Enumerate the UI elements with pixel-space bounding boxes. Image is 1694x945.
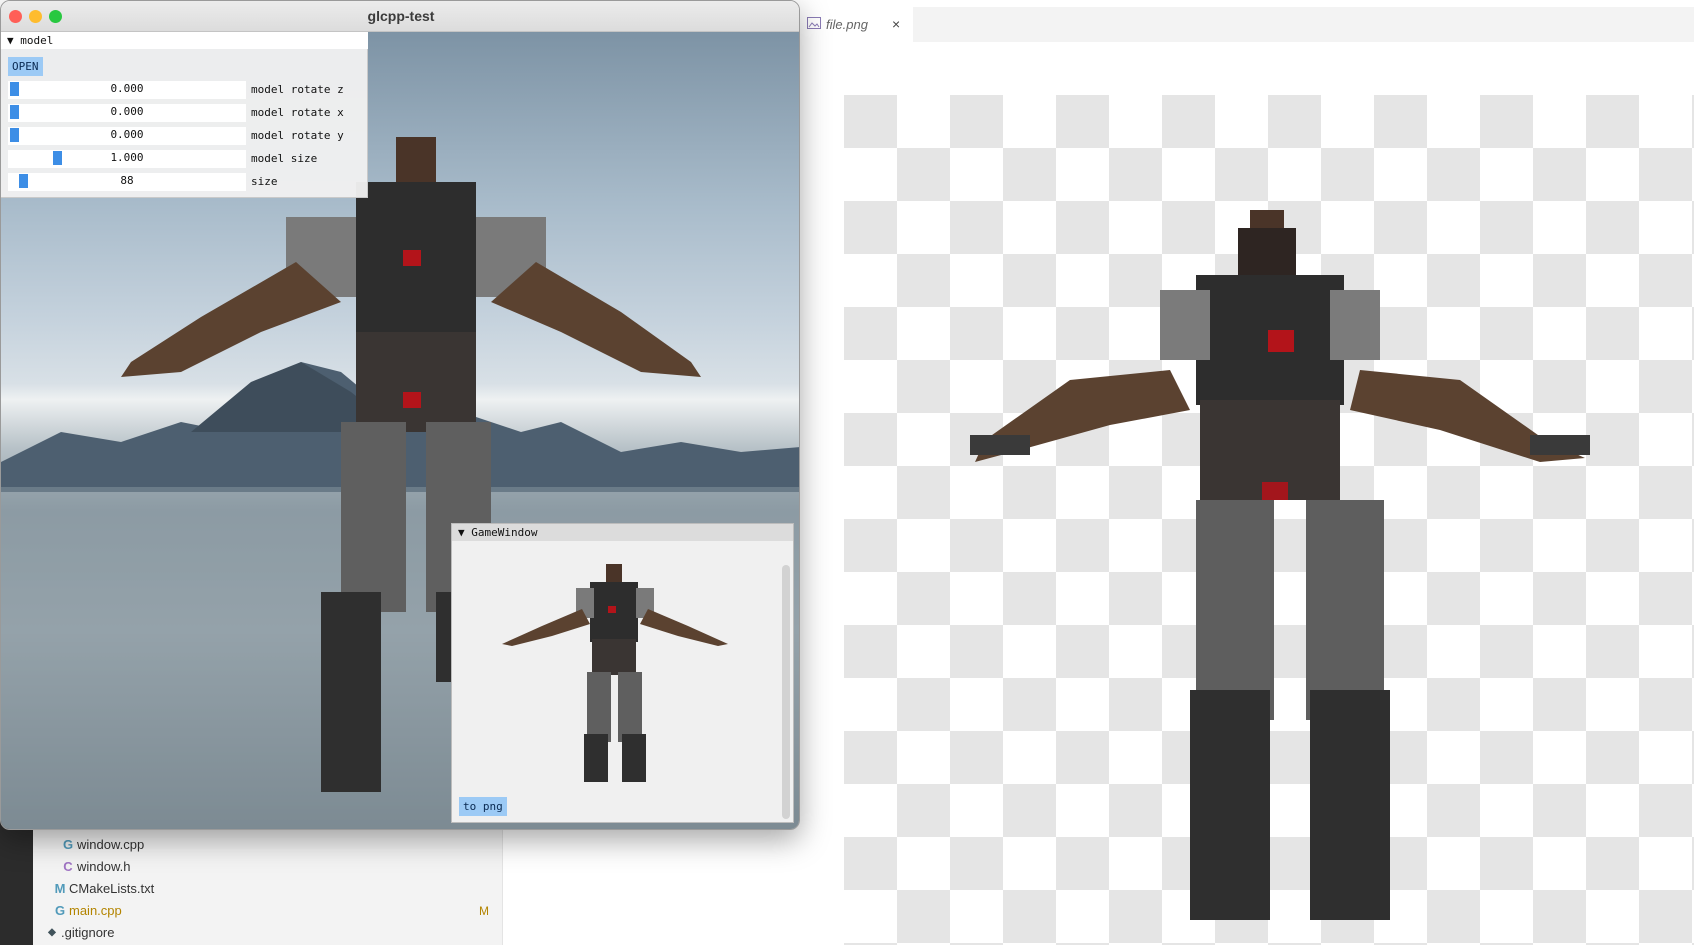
slider-value: 0.000 — [110, 105, 144, 118]
window-title: glcpp-test — [367, 8, 435, 24]
explorer-file-main-cpp[interactable]: G main.cpp M — [33, 900, 503, 922]
tab-file-png[interactable]: file.png × — [800, 7, 913, 42]
cpp-file-icon: G — [54, 903, 66, 918]
slider-value: 1.000 — [110, 151, 144, 164]
activity-bar — [0, 820, 33, 945]
slider-value: 0.000 — [110, 128, 144, 141]
slider-value: 0.000 — [110, 82, 144, 95]
slider-label: model rotate z — [251, 83, 344, 96]
explorer-file-window-h[interactable]: C window.h — [33, 856, 503, 878]
png-preview — [844, 95, 1694, 945]
character-model-image — [970, 210, 1590, 920]
cpp-file-icon: G — [62, 837, 74, 852]
slider-label: model size — [251, 152, 318, 165]
game-window-preview-image — [502, 564, 728, 782]
explorer-file-cmakelists[interactable]: M CMakeLists.txt — [33, 878, 503, 900]
file-explorer: C shader.h G window.cpp C window.h M CMa… — [33, 815, 503, 945]
slider-label: model rotate x — [251, 106, 344, 119]
game-window-panel: ▼ GameWindow to png — [451, 523, 794, 823]
git-file-icon: ◆ — [48, 927, 56, 938]
editor-tab-strip — [800, 7, 1694, 42]
c-header-icon: C — [63, 859, 73, 874]
slider-model-rotate-x[interactable]: 0.000 model rotate x — [8, 103, 363, 122]
explorer-file-gitignore[interactable]: ◆ .gitignore — [33, 922, 503, 944]
window-titlebar[interactable]: glcpp-test — [1, 1, 799, 32]
game-window-scrollbar[interactable] — [782, 565, 790, 819]
slider-model-rotate-y[interactable]: 0.000 model rotate y — [8, 126, 363, 145]
file-name: window.cpp — [77, 837, 145, 852]
model-panel: ▼ model OPEN 0.000 model rotate z 0.000 … — [1, 32, 368, 198]
to-png-button[interactable]: to png — [459, 797, 507, 816]
slider-label: model rotate y — [251, 129, 344, 142]
file-name: CMakeLists.txt — [69, 881, 155, 896]
slider-value: 88 — [120, 174, 134, 187]
slider-model-size[interactable]: 1.000 model size — [8, 149, 363, 168]
file-name: main.cpp — [69, 903, 122, 918]
tab-label: file.png — [826, 17, 868, 32]
image-file-icon — [807, 17, 821, 29]
slider-size[interactable]: 88 size — [8, 172, 363, 191]
slider-label: size — [251, 175, 278, 188]
explorer-file-window-cpp[interactable]: G window.cpp — [33, 834, 503, 856]
slider-model-rotate-z[interactable]: 0.000 model rotate z — [8, 80, 363, 99]
cmake-file-icon: M — [54, 881, 66, 896]
close-icon[interactable]: × — [892, 16, 900, 32]
open-button[interactable]: OPEN — [8, 57, 43, 76]
file-name: .gitignore — [61, 925, 115, 940]
file-name: window.h — [77, 859, 131, 874]
git-modified-badge: M — [479, 904, 489, 918]
game-window-header[interactable]: ▼ GameWindow — [452, 524, 793, 541]
model-panel-header[interactable]: ▼ model — [1, 32, 368, 49]
glcpp-test-window: glcpp-test ▼ model OPEN 0.000 model rota… — [0, 0, 800, 830]
